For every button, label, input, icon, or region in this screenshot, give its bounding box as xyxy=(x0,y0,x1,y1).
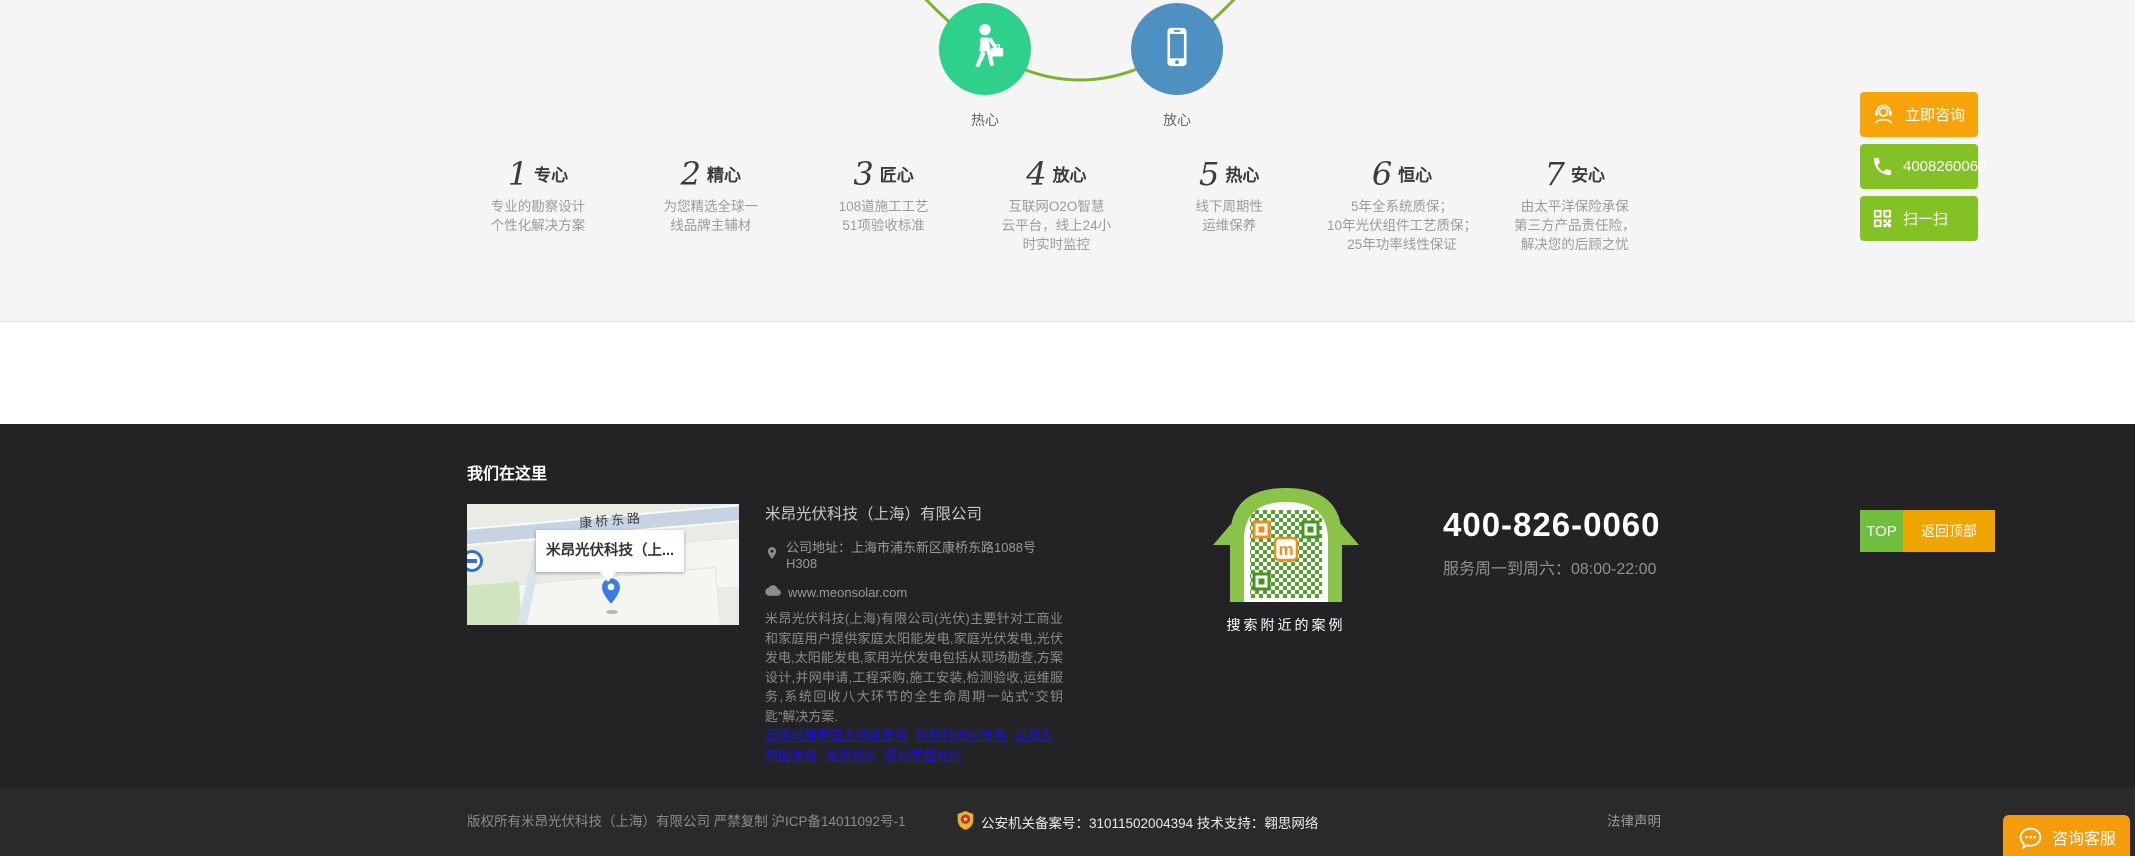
location-pin-icon xyxy=(765,546,779,563)
process-node-label: 热心 xyxy=(939,110,1031,130)
qr-caption: 搜索附近的案例 xyxy=(1206,615,1366,635)
float-button-label: 扫一扫 xyxy=(1903,208,1948,229)
seo-link[interactable]: 无锡尚德家庭太阳能发电 xyxy=(765,728,908,743)
qrcode-icon xyxy=(1871,207,1894,230)
metro-station-icon xyxy=(467,550,483,572)
feature-number: 3 xyxy=(853,158,873,190)
page: 热心 放心 1专心专业的勘察设计个性化解决方案2精心为您精选全球一线品牌主辅材3… xyxy=(0,0,2135,856)
police-badge-icon xyxy=(957,811,974,833)
feature-number: 2 xyxy=(681,158,701,190)
company-address: 公司地址：上海市浦东新区康桥东路1088号H308 xyxy=(786,537,1063,571)
feature-number: 7 xyxy=(1545,158,1565,190)
seo-link[interactable]: 阿斯特光伏发电 xyxy=(916,728,1007,743)
feature-title: 热心 xyxy=(1225,161,1259,190)
float-button-consult[interactable]: 立即咨询 xyxy=(1860,92,1978,137)
company-website-row: www.meonsolar.com xyxy=(765,584,1063,600)
feature-title: 恒心 xyxy=(1398,161,1432,190)
map-green-area xyxy=(467,581,523,625)
feature-description-line: 时实时监控 xyxy=(951,235,1161,254)
location-map[interactable]: 康桥东路 米昂光伏科技（上... xyxy=(467,504,739,625)
feature-title: 精心 xyxy=(707,161,741,190)
feature-title: 安心 xyxy=(1571,161,1605,190)
company-info: 米昂光伏科技（上海）有限公司 公司地址：上海市浦东新区康桥东路1088号H308… xyxy=(765,502,1063,765)
float-button-label: 4008260060 xyxy=(1903,158,1986,175)
house-qr-code: m xyxy=(1211,482,1361,604)
feature-description-line: 由太平洋保险承保 xyxy=(1470,197,1680,216)
float-button-phone[interactable]: 4008260060 xyxy=(1860,144,1978,189)
feature-description: 由太平洋保险承保第三方产品责任险，解决您的后顾之忧 xyxy=(1470,197,1680,254)
bottom-bar: 版权所有米昂光伏科技（上海）有限公司 严禁复制 沪ICP备14011092号-1… xyxy=(0,788,2135,856)
advantages-section: 热心 放心 1专心专业的勘察设计个性化解决方案2精心为您精选全球一线品牌主辅材3… xyxy=(0,0,2135,322)
hotline-number: 400-826-0060 xyxy=(1443,506,1661,544)
customer-service-label: 咨询客服 xyxy=(2052,825,2116,849)
qr-logo-letter: m xyxy=(1278,540,1293,559)
police-record-row: 公安机关备案号：31011502004394 技术支持：翱思网络 xyxy=(957,788,1318,856)
map-tooltip[interactable]: 米昂光伏科技（上... xyxy=(536,530,684,572)
feature-number: 5 xyxy=(1199,158,1219,190)
map-pin-shadow xyxy=(606,610,618,614)
cloud-icon xyxy=(765,584,781,600)
feature-column: 7安心由太平洋保险承保第三方产品责任险，解决您的后顾之忧 xyxy=(1470,152,1680,254)
police-record-text: 公安机关备案号：31011502004394 技术支持：翱思网络 xyxy=(981,812,1318,832)
service-hours: 服务周一到周六：08:00-22:00 xyxy=(1443,555,1661,579)
float-button-scan[interactable]: 扫一扫 xyxy=(1860,196,1978,241)
headset-icon xyxy=(1871,102,1896,127)
feature-title: 放心 xyxy=(1053,161,1087,190)
footer-heading: 我们在这里 xyxy=(467,460,547,484)
company-website-link[interactable]: www.meonsolar.com xyxy=(788,585,907,600)
feature-title: 专心 xyxy=(534,161,568,190)
process-node-warmheart xyxy=(939,3,1031,95)
floating-button-group: 立即咨询 4008260060 扫一扫 xyxy=(1860,92,1978,241)
hotline-block: 400-826-0060 服务周一到周六：08:00-22:00 xyxy=(1443,506,1661,579)
back-to-top-label: 返回顶部 xyxy=(1903,510,1995,552)
feature-title: 匠心 xyxy=(880,161,914,190)
company-name: 米昂光伏科技（上海）有限公司 xyxy=(765,502,1063,524)
company-description: 米昂光伏科技(上海)有限公司(光伏)主要针对工商业和家庭用户提供家庭太阳能发电,… xyxy=(765,609,1063,726)
seo-links: 无锡尚德家庭太阳能发电 阿斯特光伏发电 晶澳太阳能发电 海润光伏 英利家庭光伏 xyxy=(765,726,1063,765)
copyright-text: 版权所有米昂光伏科技（上海）有限公司 严禁复制 沪ICP备14011092号-1 xyxy=(467,788,906,856)
feature-number: 6 xyxy=(1372,158,1392,190)
feature-description-line: 解决您的后顾之忧 xyxy=(1470,235,1680,254)
walking-salesman-icon xyxy=(959,21,1011,78)
footer-section: 我们在这里 康桥东路 米昂光伏科技（上... 米昂光伏科技（上海）有限公司 xyxy=(0,424,2135,788)
seo-link[interactable]: 海润光伏 xyxy=(825,748,877,763)
process-node-label: 放心 xyxy=(1131,110,1223,130)
back-to-top-button[interactable]: TOP 返回顶部 xyxy=(1860,510,1995,552)
phone-icon xyxy=(1871,155,1894,178)
float-button-label: 立即咨询 xyxy=(1905,104,1965,125)
seo-link[interactable]: 英利家庭光伏 xyxy=(884,748,962,763)
back-to-top-abbr: TOP xyxy=(1860,510,1903,552)
feature-description-line: 第三方产品责任险， xyxy=(1470,216,1680,235)
process-curve xyxy=(840,0,1320,140)
feature-number: 4 xyxy=(1026,158,1046,190)
company-address-row: 公司地址：上海市浦东新区康桥东路1088号H308 xyxy=(765,537,1063,571)
chat-bubble-icon xyxy=(2017,825,2044,856)
legal-notice-link[interactable]: 法律声明 xyxy=(1607,788,1661,856)
process-node-reassured xyxy=(1131,3,1223,95)
customer-service-button[interactable]: 咨询客服 xyxy=(2003,815,2130,856)
feature-number: 1 xyxy=(508,158,528,190)
smartphone-icon xyxy=(1151,21,1203,78)
qr-block: m 搜索附近的案例 xyxy=(1206,482,1366,635)
